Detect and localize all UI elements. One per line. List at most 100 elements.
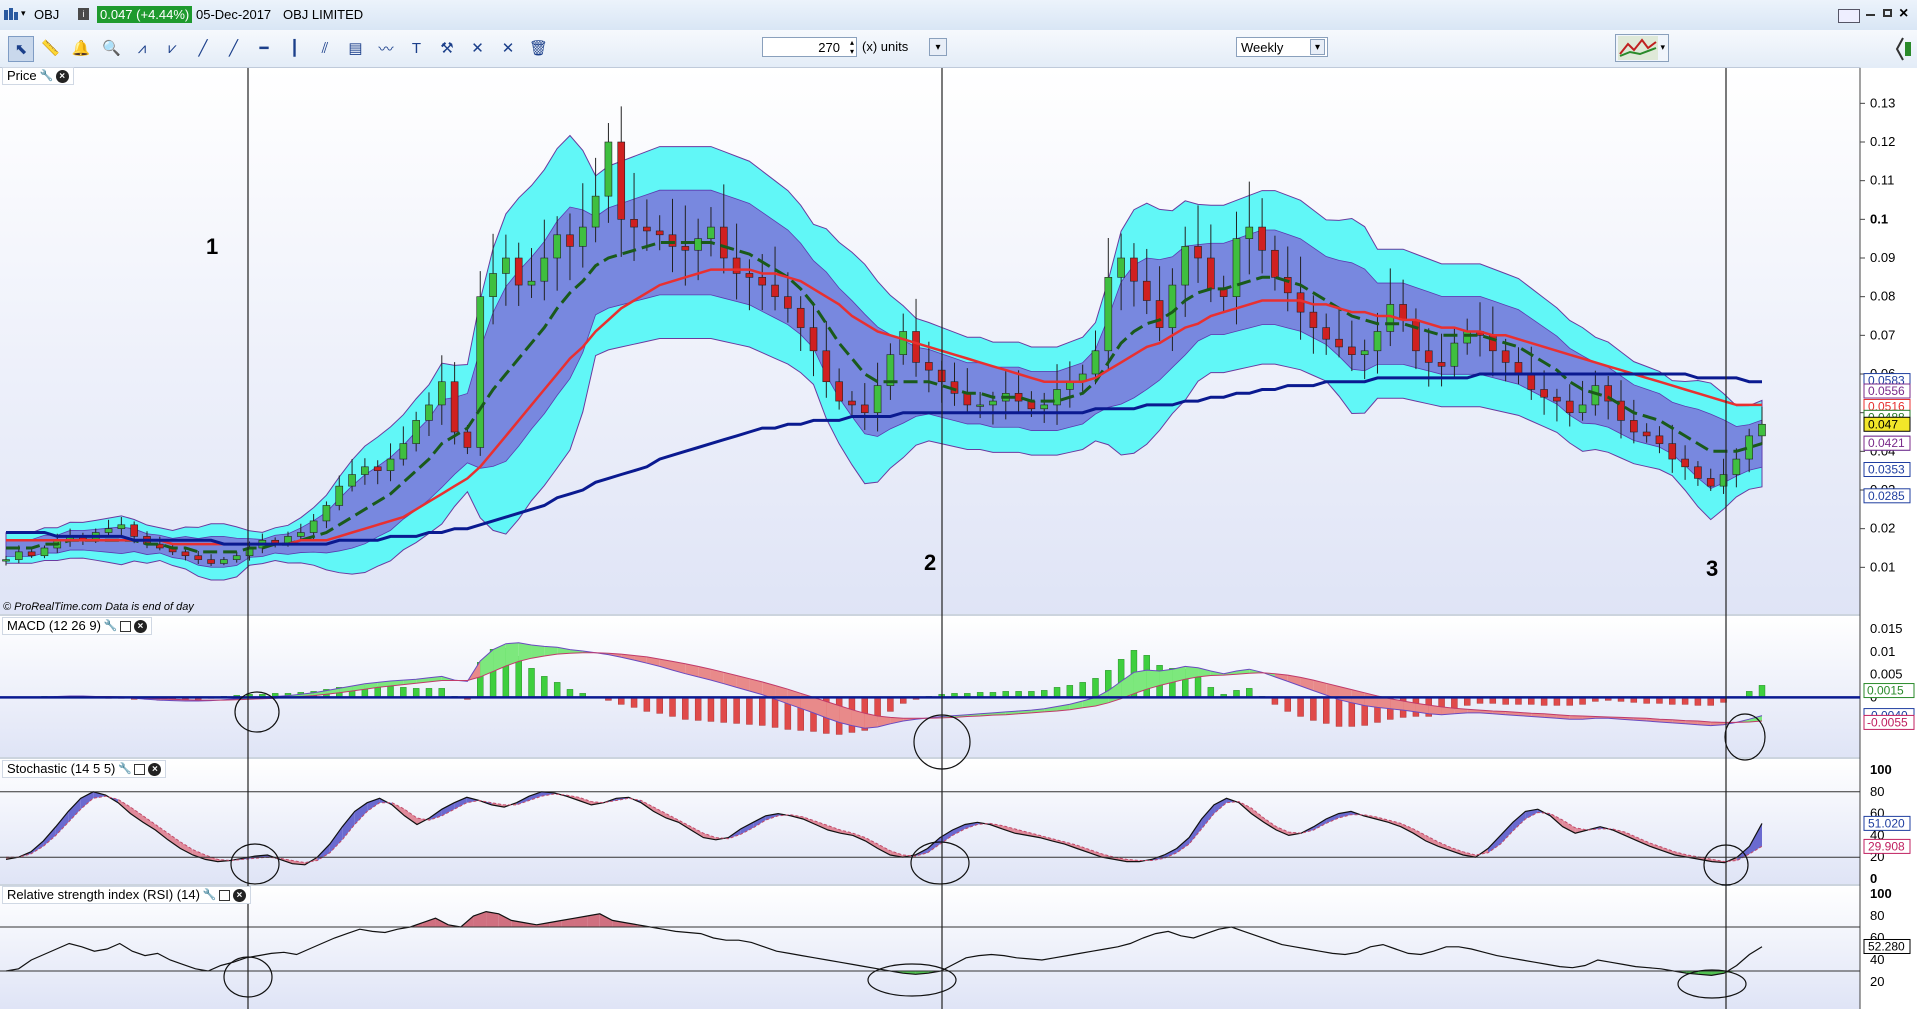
candle <box>989 400 997 406</box>
rsi-tick-label: 100 <box>1870 886 1892 901</box>
window-icon[interactable] <box>218 889 230 901</box>
candle <box>386 458 395 471</box>
close-icon[interactable]: × <box>148 762 162 776</box>
candle <box>425 404 433 421</box>
candle <box>27 551 36 557</box>
candle <box>604 141 613 197</box>
candle <box>1514 362 1523 375</box>
rsi-tick-label: 40 <box>1870 952 1884 967</box>
candle <box>617 141 626 220</box>
macd-tick-label: 0.01 <box>1870 644 1895 659</box>
price-tick-label: 0.01 <box>1870 559 1895 574</box>
candle <box>1424 350 1433 363</box>
candle <box>643 226 651 232</box>
wrench-icon[interactable]: 🔧 <box>40 70 54 83</box>
window-icon[interactable] <box>134 763 146 775</box>
candle <box>1412 319 1420 352</box>
macd-histogram-bar <box>400 687 407 698</box>
candle <box>796 307 805 328</box>
macd-histogram-bar <box>707 697 715 722</box>
candle <box>668 234 677 247</box>
candle <box>1694 466 1702 479</box>
macd-tick-label: 0.015 <box>1870 621 1903 636</box>
stoch-tick-label: 80 <box>1870 784 1884 799</box>
macd-histogram-bar <box>1310 697 1317 721</box>
macd-histogram-bar <box>387 686 394 698</box>
candle <box>1014 393 1023 402</box>
macd-histogram-bar <box>553 682 561 698</box>
candle <box>399 443 408 460</box>
candle <box>1348 346 1356 355</box>
candle <box>1540 389 1548 398</box>
stoch-tag: 51.020 <box>1868 816 1905 830</box>
price-tick-label: 0.08 <box>1870 289 1895 304</box>
candle <box>1194 246 1202 259</box>
candle <box>1642 431 1651 437</box>
price-tag: 0.047 <box>1868 417 1898 431</box>
candle <box>527 280 536 286</box>
macd-panel-label[interactable]: MACD (12 26 9) 🔧 × <box>2 617 152 635</box>
candle <box>181 551 190 557</box>
macd-histogram-bar <box>733 697 740 724</box>
candle <box>1553 396 1561 402</box>
candle <box>1309 311 1318 328</box>
macd-histogram-bar <box>682 697 689 720</box>
macd-histogram-bar <box>1079 682 1086 698</box>
stochastic-label-text: Stochastic (14 5 5) <box>7 761 116 776</box>
candle <box>1322 327 1331 340</box>
candle <box>925 362 933 371</box>
candle <box>1168 284 1177 328</box>
candle <box>1207 257 1215 290</box>
macd-tag: -0.0055 <box>1867 715 1908 729</box>
macd-histogram-bar <box>669 697 676 717</box>
macd-histogram-bar <box>630 697 638 708</box>
candle <box>1758 423 1766 437</box>
macd-histogram-bar <box>1092 678 1099 698</box>
macd-histogram-bar <box>746 697 753 725</box>
price-label-text: Price <box>7 68 37 83</box>
candle <box>1655 435 1664 444</box>
chart-area[interactable]: 0.130.120.110.10.090.080.070.060.050.040… <box>0 0 1917 1009</box>
price-tick-label: 0.09 <box>1870 250 1895 265</box>
candle <box>681 246 690 251</box>
candle <box>1104 277 1113 352</box>
macd-tag: 0.0015 <box>1867 684 1904 698</box>
candle <box>1271 249 1279 278</box>
marker-3: 3 <box>1706 556 1719 581</box>
wrench-icon[interactable]: 🔧 <box>118 763 132 776</box>
candle <box>694 238 702 251</box>
close-icon[interactable]: × <box>55 69 69 83</box>
candle <box>1565 400 1574 413</box>
candle <box>1437 362 1446 367</box>
candle <box>2 559 10 562</box>
rsi-panel-gradient <box>0 886 1860 1009</box>
candle <box>514 257 523 286</box>
wrench-icon[interactable]: 🔧 <box>104 620 118 633</box>
close-icon[interactable]: × <box>232 888 246 902</box>
candle <box>745 273 754 278</box>
candle <box>963 393 972 406</box>
stoch-tick-label: 0 <box>1870 871 1877 886</box>
candle <box>437 381 446 406</box>
macd-histogram-bar <box>887 697 894 712</box>
candle <box>1732 458 1741 475</box>
wrench-icon[interactable]: 🔧 <box>203 889 217 902</box>
macd-histogram-bar <box>1323 697 1330 724</box>
macd-panel-gradient <box>0 616 1860 757</box>
candle <box>784 296 792 309</box>
window-icon[interactable] <box>119 620 131 632</box>
candle <box>553 234 561 259</box>
candle <box>1527 373 1536 390</box>
candle <box>373 466 382 471</box>
candle <box>194 555 203 560</box>
stochastic-panel-label[interactable]: Stochastic (14 5 5) 🔧 × <box>2 760 167 778</box>
candle <box>1335 338 1343 348</box>
rsi-panel-label[interactable]: Relative strength index (RSI) (14) 🔧 × <box>2 886 251 904</box>
price-panel-label[interactable]: Price 🔧 × <box>2 67 74 85</box>
close-icon[interactable]: × <box>133 619 147 633</box>
candle <box>476 296 485 448</box>
candle <box>1232 238 1241 297</box>
candle <box>822 350 831 383</box>
candle <box>463 431 472 448</box>
candle <box>335 485 344 506</box>
